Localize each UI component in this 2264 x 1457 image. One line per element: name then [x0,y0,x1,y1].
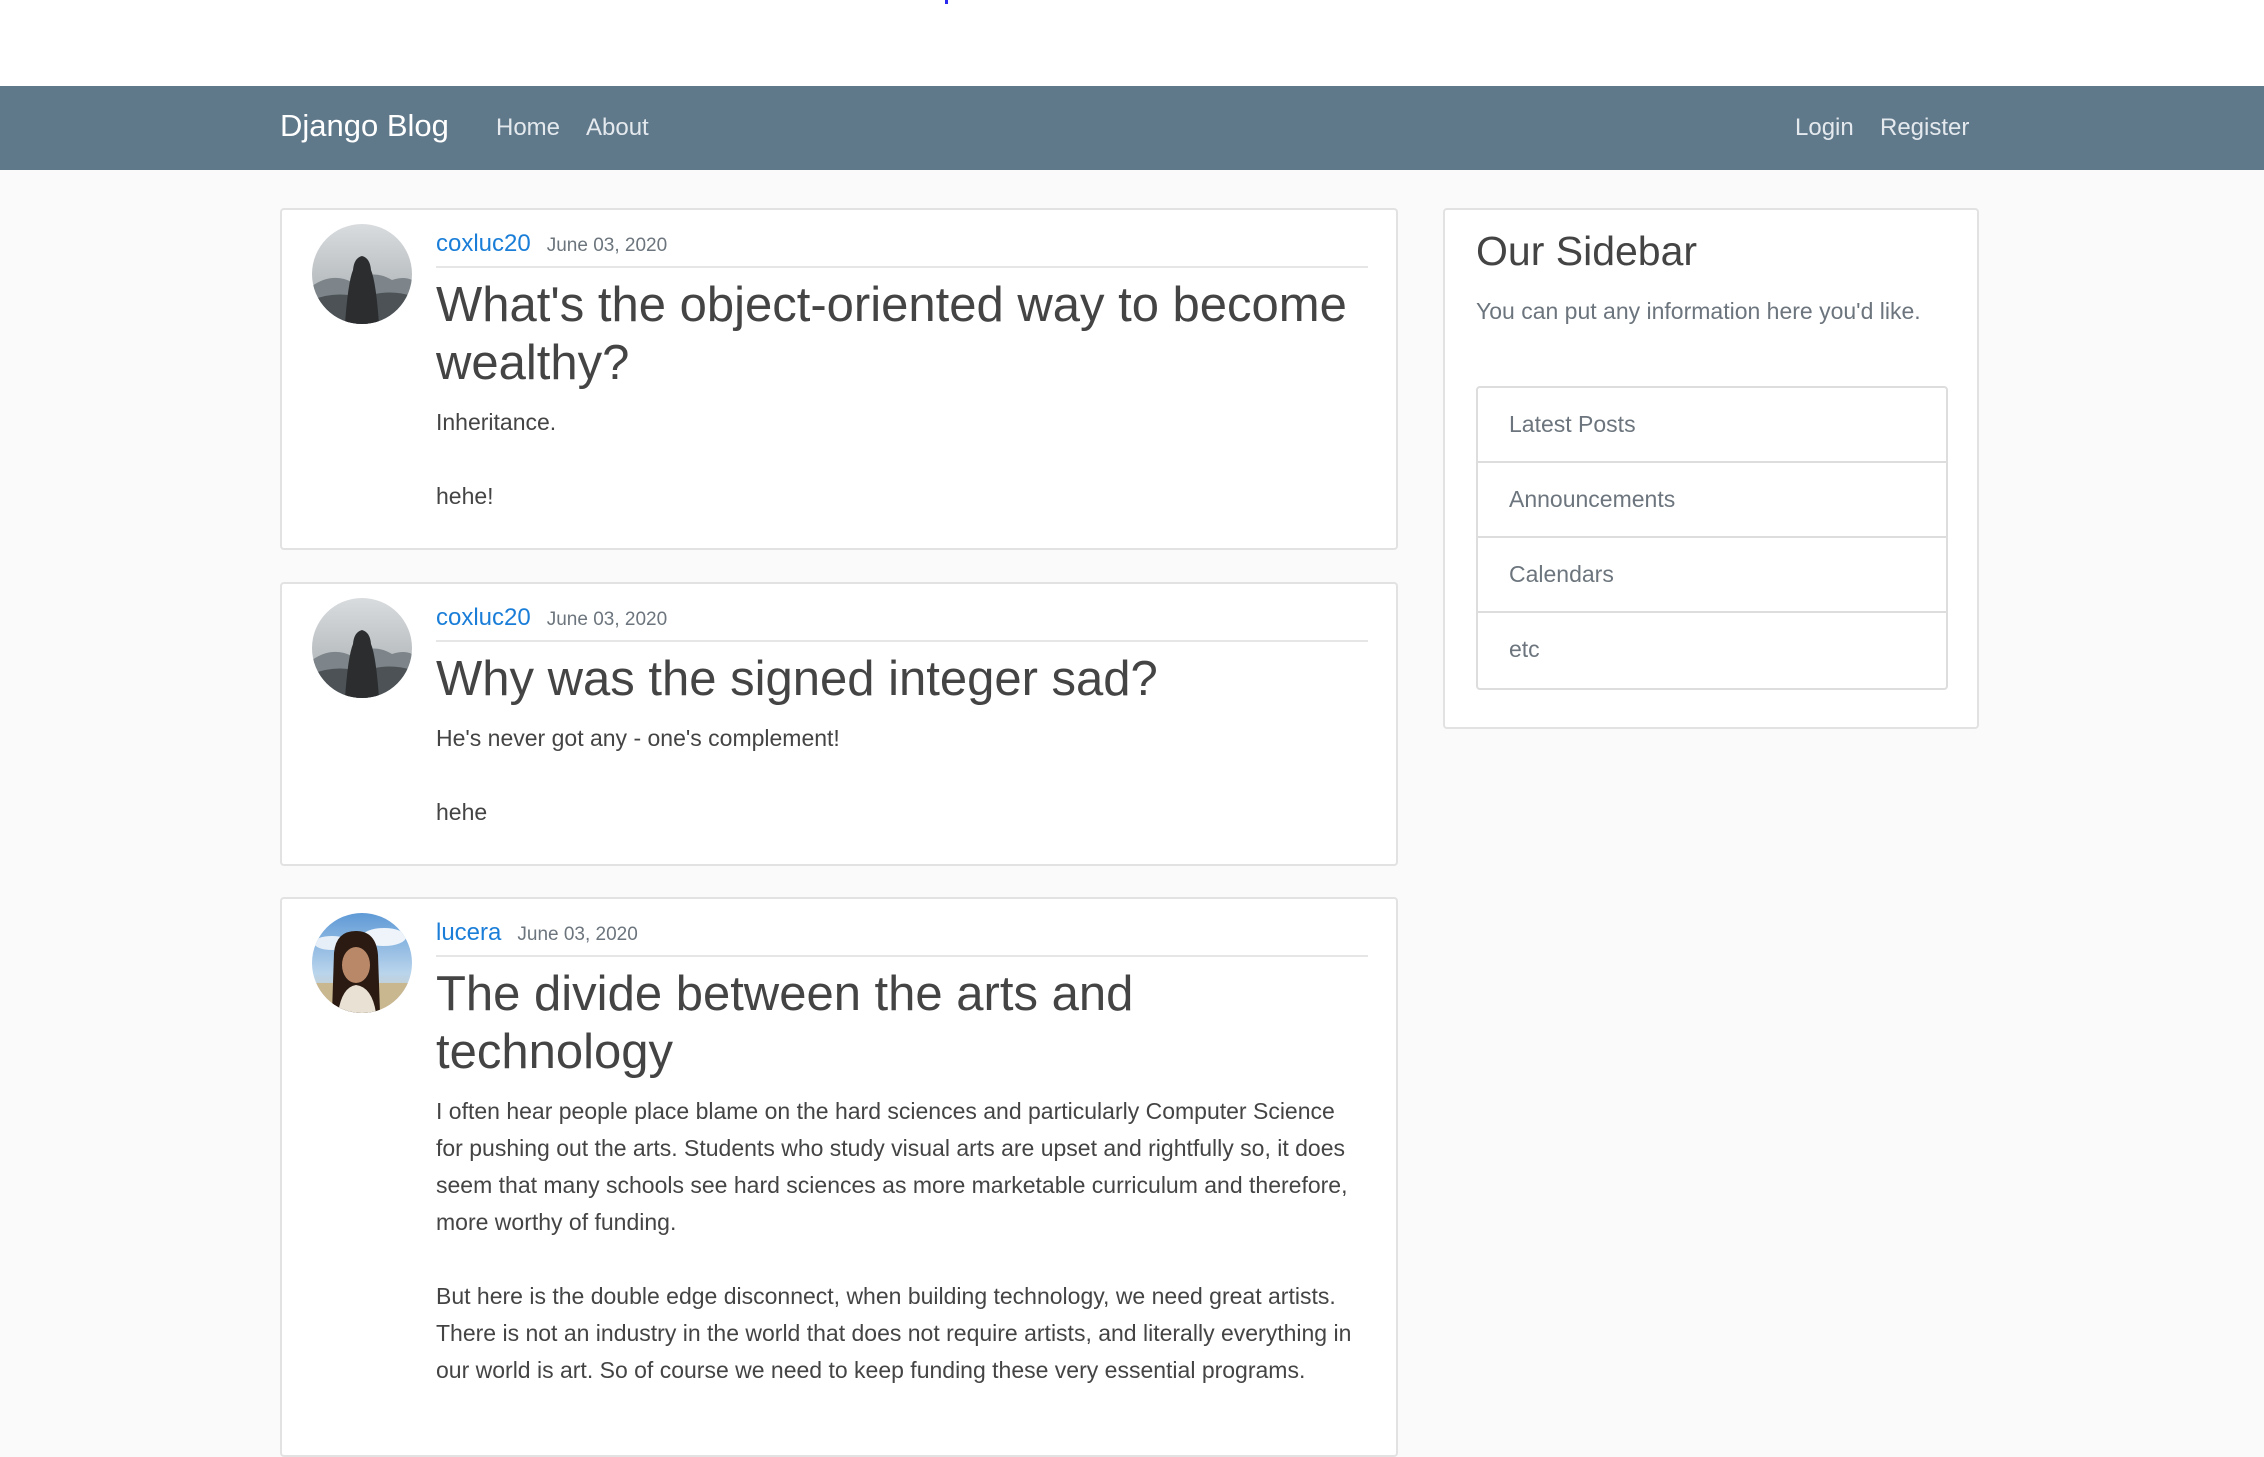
post-paragraph: But here is the double edge disconnect, … [436,1283,1352,1383]
cursor-artifact [945,0,948,4]
post-paragraph: Inheritance. [436,409,557,435]
post-paragraph: hehe! [436,483,494,509]
sidebar-item-announcements[interactable]: Announcements [1478,463,1946,538]
post-date: June 03, 2020 [546,235,668,256]
post-content: He's never got any - one's complement! h… [436,720,1368,831]
author-link[interactable]: lucera [436,919,501,946]
hooded-figure-avatar-icon [312,598,412,698]
sidebar-list: Latest Posts Announcements Calendars etc [1476,386,1948,690]
nav-about-link[interactable]: About [586,114,649,142]
author-link[interactable]: coxluc20 [436,604,531,631]
post-title[interactable]: Why was the signed integer sad? [436,650,1368,708]
sidebar-item-latest-posts[interactable]: Latest Posts [1478,388,1946,463]
woman-portrait-avatar-icon [312,913,412,1013]
hooded-figure-avatar-icon [312,224,412,324]
nav-home-link[interactable]: Home [496,114,560,142]
post-title[interactable]: What's the object-oriented way to become… [436,276,1368,392]
sidebar-item-calendars[interactable]: Calendars [1478,538,1946,613]
post-content: Inheritance. hehe! [436,404,1368,515]
post-paragraph: I often hear people place blame on the h… [436,1098,1348,1235]
sidebar-description: You can put any information here you'd l… [1476,298,1921,324]
post-card: lucera June 03, 2020 The divide between t… [280,897,1398,1457]
sidebar: Our Sidebar You can put any information … [1443,208,1979,729]
author-link[interactable]: coxluc20 [436,230,531,257]
nav-register-link[interactable]: Register [1880,114,1969,142]
post-meta: coxluc20 June 03, 2020 [436,230,1368,268]
sidebar-title: Our Sidebar [1476,228,1698,274]
post-paragraph: hehe [436,799,488,825]
post-card: coxluc20 June 03, 2020 Why was the signed… [280,582,1398,866]
brand-link[interactable]: Django Blog [280,108,449,144]
post-card: coxluc20 June 03, 2020 What's the object-… [280,208,1398,550]
post-content: I often hear people place blame on the h… [436,1093,1368,1389]
post-date: June 03, 2020 [546,609,668,630]
top-blank-strip [0,0,2264,86]
post-title[interactable]: The divide between the arts and technolo… [436,965,1368,1081]
post-meta: lucera June 03, 2020 [436,919,1368,957]
sidebar-item-etc[interactable]: etc [1478,613,1946,688]
navbar: Django Blog Home About Login Register [0,86,2264,170]
post-meta: coxluc20 June 03, 2020 [436,604,1368,642]
nav-login-link[interactable]: Login [1795,114,1854,142]
post-date: June 03, 2020 [517,924,638,945]
post-paragraph: He's never got any - one's complement! [436,725,840,751]
